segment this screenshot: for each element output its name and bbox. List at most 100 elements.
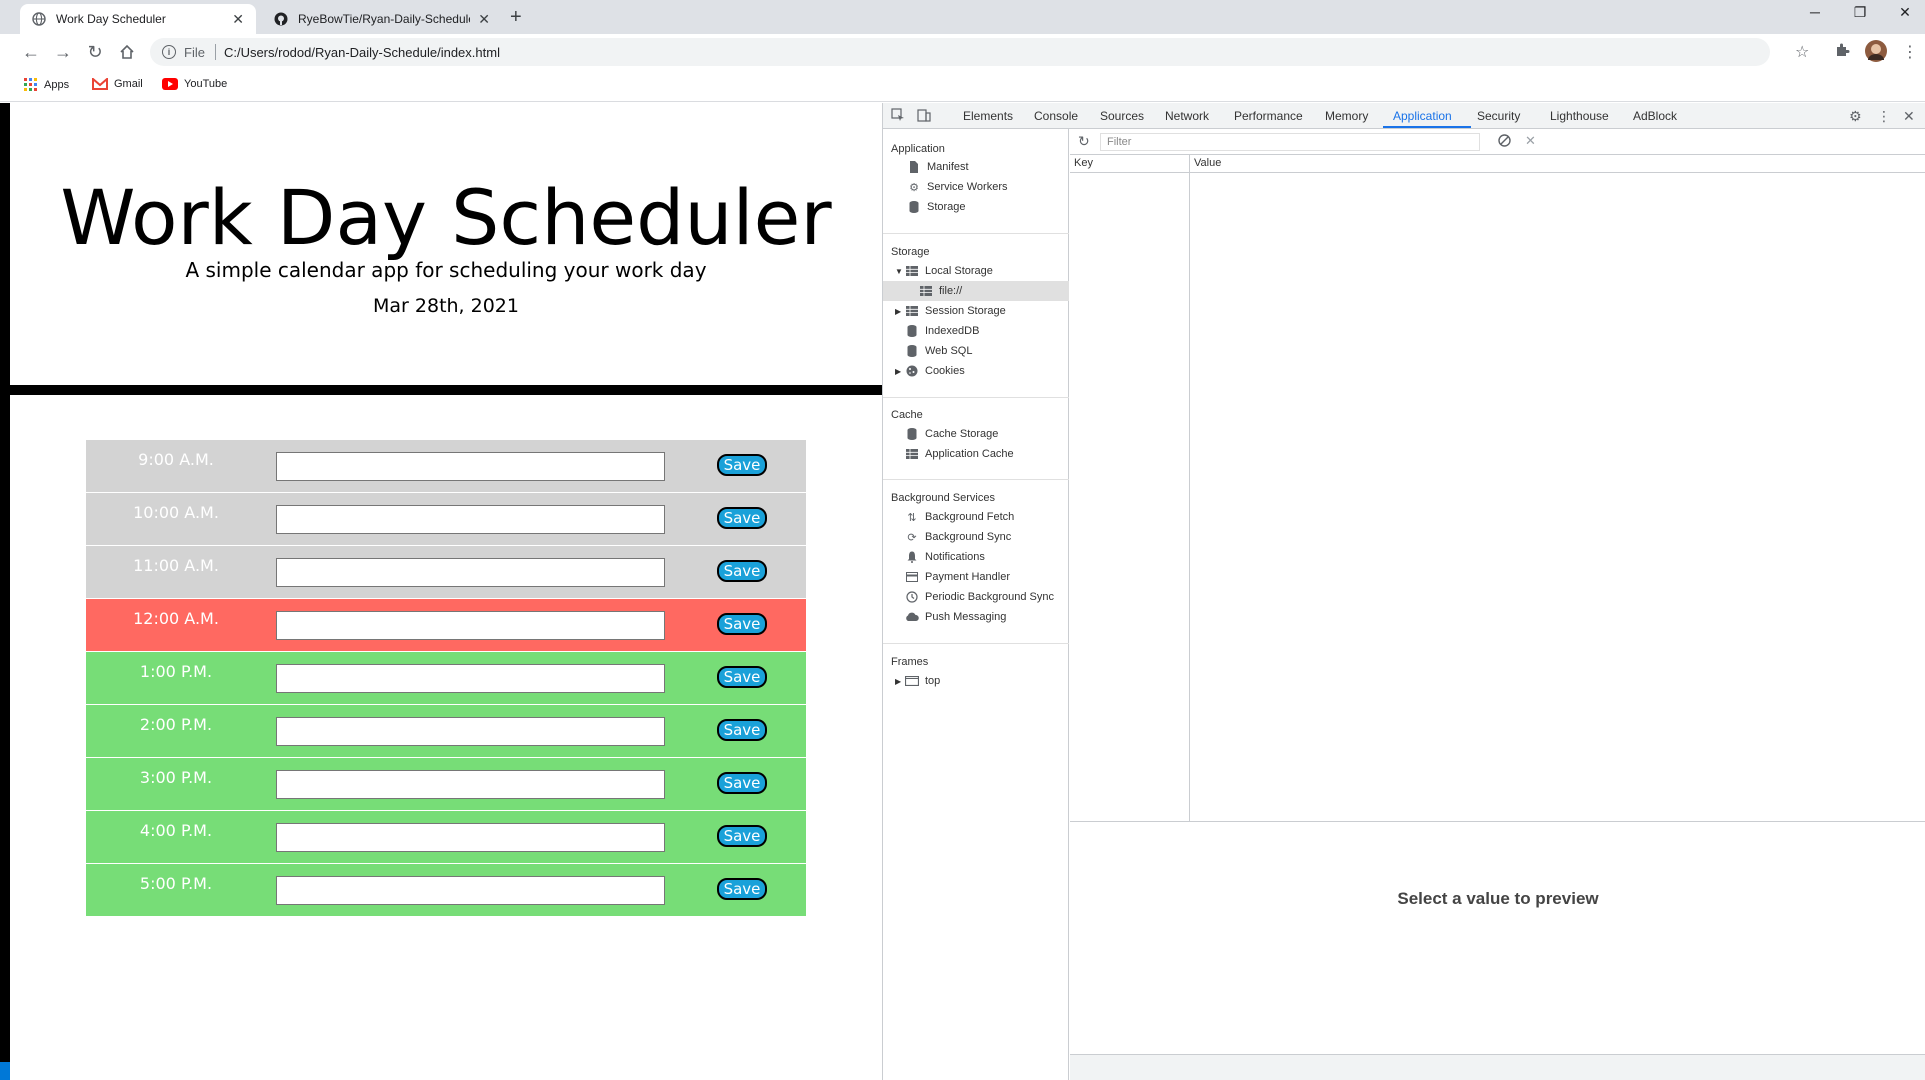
new-tab-button[interactable]: + — [510, 6, 522, 29]
sidebar-item-frame-top[interactable]: ▶ top — [883, 671, 1069, 691]
sidebar-item-label: Storage — [927, 201, 966, 213]
bookmark-label: YouTube — [184, 78, 228, 90]
sidebar-item-label: Background Fetch — [925, 511, 1015, 523]
clear-all-icon[interactable] — [1498, 134, 1511, 150]
gear-icon: ⚙ — [909, 181, 919, 194]
hour-label: 10:00 A.M. — [133, 503, 219, 522]
tab-work-day-scheduler[interactable]: Work Day Scheduler ✕ — [20, 4, 256, 34]
bookmark-gmail[interactable]: Gmail — [92, 78, 143, 90]
sidebar-item-indexeddb[interactable]: IndexedDB — [883, 321, 1069, 341]
star-bookmark-icon[interactable]: ☆ — [1795, 42, 1809, 62]
home-icon[interactable] — [116, 41, 138, 63]
tab-sources[interactable]: Sources — [1100, 109, 1144, 123]
tab-adblock[interactable]: AdBlock — [1633, 109, 1677, 123]
save-button[interactable]: Save — [717, 878, 767, 900]
close-icon[interactable]: ✕ — [1903, 108, 1915, 125]
refresh-icon[interactable]: ↻ — [1078, 133, 1090, 150]
sidebar-item-label: top — [925, 675, 941, 687]
save-button[interactable]: Save — [717, 666, 767, 688]
event-description-input[interactable] — [276, 664, 665, 693]
tab-performance[interactable]: Performance — [1234, 109, 1303, 123]
tab-memory[interactable]: Memory — [1325, 109, 1368, 123]
event-description-input[interactable] — [276, 611, 665, 640]
event-description-input[interactable] — [276, 823, 665, 852]
storage-viewer: ↻ Filter ✕ Key Value Select a value to p… — [1070, 129, 1925, 1080]
event-description-input[interactable] — [276, 558, 665, 587]
section-cache: Cache — [891, 409, 923, 421]
browser-toolbar: ← → ↻ i File C:/Users/rodod/Ryan-Daily-S… — [0, 34, 1925, 70]
sidebar-item-application-cache[interactable]: Application Cache — [883, 444, 1069, 464]
save-button[interactable]: Save — [717, 719, 767, 741]
bookmark-label: Gmail — [114, 78, 143, 90]
tab-security[interactable]: Security — [1477, 109, 1520, 123]
extensions-puzzle-icon[interactable] — [1834, 42, 1850, 63]
close-window-button[interactable]: ✕ — [1885, 4, 1925, 21]
tab-elements[interactable]: Elements — [963, 109, 1013, 123]
column-header-value[interactable]: Value — [1194, 157, 1221, 169]
sidebar-item-cache-storage[interactable]: Cache Storage — [883, 424, 1069, 444]
sidebar-item-manifest[interactable]: Manifest — [883, 157, 1069, 177]
tab-lighthouse[interactable]: Lighthouse — [1550, 109, 1609, 123]
sidebar-item-background-fetch[interactable]: ⇅ Background Fetch — [883, 507, 1069, 527]
collapsed-triangle-icon[interactable]: ▶ — [895, 677, 905, 686]
close-tab-icon[interactable]: ✕ — [232, 11, 244, 28]
up-down-arrows-icon: ⇅ — [907, 511, 917, 524]
delete-selected-icon[interactable]: ✕ — [1525, 133, 1536, 149]
tab-github-repo[interactable]: RyeBowTie/Ryan-Daily-Schedule ✕ — [262, 4, 502, 34]
sidebar-item-session-storage[interactable]: ▶ Session Storage — [883, 301, 1069, 321]
back-arrow-icon[interactable]: ← — [20, 41, 42, 63]
more-menu-icon[interactable]: ⋮ — [1902, 42, 1918, 62]
sidebar-item-periodic-background-sync[interactable]: Periodic Background Sync — [883, 587, 1069, 607]
close-tab-icon[interactable]: ✕ — [478, 11, 490, 28]
info-icon[interactable]: i — [162, 45, 176, 59]
sidebar-item-storage[interactable]: Storage — [883, 197, 1069, 217]
sidebar-item-background-sync[interactable]: ⟳ Background Sync — [883, 527, 1069, 547]
sidebar-item-local-storage[interactable]: ▼ Local Storage — [883, 261, 1069, 281]
filter-input[interactable]: Filter — [1100, 133, 1480, 151]
sidebar-item-push-messaging[interactable]: Push Messaging — [883, 607, 1069, 627]
sidebar-item-label: Background Sync — [925, 531, 1012, 543]
gear-icon[interactable]: ⚙ — [1849, 108, 1862, 125]
sidebar-item-local-storage-file[interactable]: file:// — [883, 281, 1069, 301]
tab-application[interactable]: Application — [1393, 109, 1452, 123]
save-button[interactable]: Save — [717, 825, 767, 847]
save-button[interactable]: Save — [717, 613, 767, 635]
table-grid-icon — [905, 448, 919, 460]
avatar[interactable] — [1864, 39, 1888, 68]
bookmark-apps[interactable]: Apps — [24, 78, 69, 92]
event-description-input[interactable] — [276, 505, 665, 534]
address-bar[interactable]: i File C:/Users/rodod/Ryan-Daily-Schedul… — [150, 38, 1770, 66]
inspect-element-icon[interactable] — [891, 108, 905, 125]
collapsed-triangle-icon[interactable]: ▶ — [895, 367, 905, 376]
tab-network[interactable]: Network — [1165, 109, 1209, 123]
hour-label: 2:00 P.M. — [139, 715, 213, 734]
save-button[interactable]: Save — [717, 560, 767, 582]
column-header-key[interactable]: Key — [1074, 157, 1093, 169]
sidebar-item-payment-handler[interactable]: Payment Handler — [883, 567, 1069, 587]
expanded-triangle-icon[interactable]: ▼ — [895, 267, 905, 276]
sidebar-item-cookies[interactable]: ▶ Cookies — [883, 361, 1069, 381]
document-icon — [907, 161, 921, 173]
reload-icon[interactable]: ↻ — [84, 41, 106, 63]
event-description-input[interactable] — [276, 770, 665, 799]
sidebar-item-notifications[interactable]: Notifications — [883, 547, 1069, 567]
sidebar-item-service-workers[interactable]: ⚙ Service Workers — [883, 177, 1069, 197]
minimize-button[interactable]: ─ — [1795, 4, 1835, 20]
event-description-input[interactable] — [276, 876, 665, 905]
event-description-input[interactable] — [276, 452, 665, 481]
sidebar-item-web-sql[interactable]: Web SQL — [883, 341, 1069, 361]
event-description-input[interactable] — [276, 717, 665, 746]
tab-console[interactable]: Console — [1034, 109, 1078, 123]
collapsed-triangle-icon[interactable]: ▶ — [895, 307, 905, 316]
save-button[interactable]: Save — [717, 454, 767, 476]
device-toolbar-icon[interactable] — [917, 108, 931, 125]
bookmark-youtube[interactable]: YouTube — [162, 78, 227, 90]
forward-arrow-icon[interactable]: → — [52, 41, 74, 63]
save-button[interactable]: Save — [717, 507, 767, 529]
time-block-row: 11:00 A.M. Save — [86, 546, 806, 599]
restore-button[interactable]: ❐ — [1840, 4, 1880, 21]
save-button[interactable]: Save — [717, 772, 767, 794]
devtools-tab-bar: Elements Console Sources Network Perform… — [883, 103, 1925, 129]
section-application: Application — [891, 143, 945, 155]
more-menu-icon[interactable]: ⋮ — [1877, 108, 1891, 125]
